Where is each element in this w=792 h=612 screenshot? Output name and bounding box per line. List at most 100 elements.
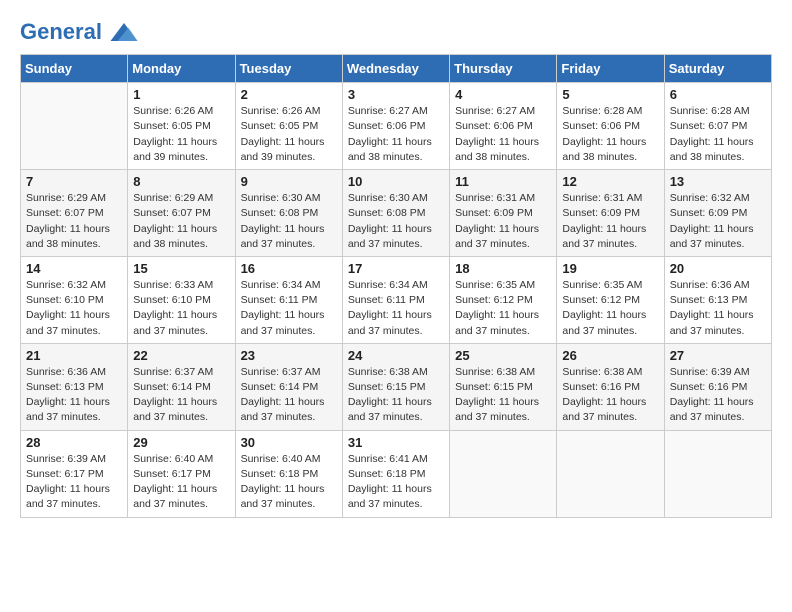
day-number: 25	[455, 348, 551, 363]
day-number: 21	[26, 348, 122, 363]
week-row-5: 28 Sunrise: 6:39 AM Sunset: 6:17 PM Dayli…	[21, 430, 772, 517]
day-info: Sunrise: 6:34 AM Sunset: 6:11 PM Dayligh…	[348, 278, 444, 339]
calendar-cell: 4 Sunrise: 6:27 AM Sunset: 6:06 PM Daylig…	[450, 83, 557, 170]
calendar-cell: 17 Sunrise: 6:34 AM Sunset: 6:11 PM Dayli…	[342, 256, 449, 343]
calendar-cell: 16 Sunrise: 6:34 AM Sunset: 6:11 PM Dayli…	[235, 256, 342, 343]
day-info: Sunrise: 6:34 AM Sunset: 6:11 PM Dayligh…	[241, 278, 337, 339]
day-number: 20	[670, 261, 766, 276]
day-number: 28	[26, 435, 122, 450]
day-info: Sunrise: 6:40 AM Sunset: 6:17 PM Dayligh…	[133, 452, 229, 513]
calendar-cell: 18 Sunrise: 6:35 AM Sunset: 6:12 PM Dayli…	[450, 256, 557, 343]
day-info: Sunrise: 6:36 AM Sunset: 6:13 PM Dayligh…	[670, 278, 766, 339]
calendar-cell: 9 Sunrise: 6:30 AM Sunset: 6:08 PM Daylig…	[235, 170, 342, 257]
day-number: 10	[348, 174, 444, 189]
weekday-header-row: SundayMondayTuesdayWednesdayThursdayFrid…	[21, 55, 772, 83]
calendar-cell	[450, 430, 557, 517]
day-info: Sunrise: 6:36 AM Sunset: 6:13 PM Dayligh…	[26, 365, 122, 426]
day-info: Sunrise: 6:38 AM Sunset: 6:16 PM Dayligh…	[562, 365, 658, 426]
day-info: Sunrise: 6:30 AM Sunset: 6:08 PM Dayligh…	[348, 191, 444, 252]
calendar: SundayMondayTuesdayWednesdayThursdayFrid…	[20, 54, 772, 517]
day-number: 18	[455, 261, 551, 276]
day-info: Sunrise: 6:28 AM Sunset: 6:07 PM Dayligh…	[670, 104, 766, 165]
calendar-cell: 23 Sunrise: 6:37 AM Sunset: 6:14 PM Dayli…	[235, 343, 342, 430]
week-row-3: 14 Sunrise: 6:32 AM Sunset: 6:10 PM Dayli…	[21, 256, 772, 343]
day-info: Sunrise: 6:35 AM Sunset: 6:12 PM Dayligh…	[455, 278, 551, 339]
day-number: 24	[348, 348, 444, 363]
weekday-monday: Monday	[128, 55, 235, 83]
calendar-cell: 29 Sunrise: 6:40 AM Sunset: 6:17 PM Dayli…	[128, 430, 235, 517]
day-number: 27	[670, 348, 766, 363]
weekday-saturday: Saturday	[664, 55, 771, 83]
calendar-cell: 19Sunrise: 6:35 AM Sunset: 6:12 PM Dayli…	[557, 256, 664, 343]
day-number: 2	[241, 87, 337, 102]
day-info: Sunrise: 6:28 AM Sunset: 6:06 PM Dayligh…	[562, 104, 658, 165]
day-info: Sunrise: 6:32 AM Sunset: 6:10 PM Dayligh…	[26, 278, 122, 339]
day-number: 4	[455, 87, 551, 102]
day-number: 5	[562, 87, 658, 102]
day-info: Sunrise: 6:26 AM Sunset: 6:05 PM Dayligh…	[133, 104, 229, 165]
weekday-thursday: Thursday	[450, 55, 557, 83]
calendar-cell: 31 Sunrise: 6:41 AM Sunset: 6:18 PM Dayli…	[342, 430, 449, 517]
calendar-cell: 22 Sunrise: 6:37 AM Sunset: 6:14 PM Dayli…	[128, 343, 235, 430]
day-number: 1	[133, 87, 229, 102]
day-info: Sunrise: 6:37 AM Sunset: 6:14 PM Dayligh…	[241, 365, 337, 426]
calendar-cell: 30 Sunrise: 6:40 AM Sunset: 6:18 PM Dayli…	[235, 430, 342, 517]
calendar-cell	[21, 83, 128, 170]
day-info: Sunrise: 6:27 AM Sunset: 6:06 PM Dayligh…	[455, 104, 551, 165]
day-info: Sunrise: 6:40 AM Sunset: 6:18 PM Dayligh…	[241, 452, 337, 513]
day-info: Sunrise: 6:29 AM Sunset: 6:07 PM Dayligh…	[133, 191, 229, 252]
header: General	[20, 20, 772, 44]
logo: General	[20, 20, 138, 44]
calendar-cell: 11Sunrise: 6:31 AM Sunset: 6:09 PM Dayli…	[450, 170, 557, 257]
day-info: Sunrise: 6:39 AM Sunset: 6:16 PM Dayligh…	[670, 365, 766, 426]
day-number: 17	[348, 261, 444, 276]
day-info: Sunrise: 6:26 AM Sunset: 6:05 PM Dayligh…	[241, 104, 337, 165]
day-number: 15	[133, 261, 229, 276]
day-info: Sunrise: 6:30 AM Sunset: 6:08 PM Dayligh…	[241, 191, 337, 252]
day-number: 26	[562, 348, 658, 363]
calendar-cell: 12 Sunrise: 6:31 AM Sunset: 6:09 PM Dayli…	[557, 170, 664, 257]
calendar-cell	[557, 430, 664, 517]
day-number: 30	[241, 435, 337, 450]
day-number: 9	[241, 174, 337, 189]
day-info: Sunrise: 6:38 AM Sunset: 6:15 PM Dayligh…	[455, 365, 551, 426]
day-info: Sunrise: 6:33 AM Sunset: 6:10 PM Dayligh…	[133, 278, 229, 339]
day-info: Sunrise: 6:38 AM Sunset: 6:15 PM Dayligh…	[348, 365, 444, 426]
calendar-cell: 26 Sunrise: 6:38 AM Sunset: 6:16 PM Dayli…	[557, 343, 664, 430]
day-number: 22	[133, 348, 229, 363]
day-number: 7	[26, 174, 122, 189]
day-info: Sunrise: 6:39 AM Sunset: 6:17 PM Dayligh…	[26, 452, 122, 513]
calendar-cell: 7 Sunrise: 6:29 AM Sunset: 6:07 PM Daylig…	[21, 170, 128, 257]
calendar-cell: 15 Sunrise: 6:33 AM Sunset: 6:10 PM Dayli…	[128, 256, 235, 343]
day-number: 8	[133, 174, 229, 189]
day-info: Sunrise: 6:41 AM Sunset: 6:18 PM Dayligh…	[348, 452, 444, 513]
calendar-cell: 2 Sunrise: 6:26 AM Sunset: 6:05 PM Daylig…	[235, 83, 342, 170]
calendar-cell: 1 Sunrise: 6:26 AM Sunset: 6:05 PM Daylig…	[128, 83, 235, 170]
weekday-tuesday: Tuesday	[235, 55, 342, 83]
day-number: 3	[348, 87, 444, 102]
day-number: 16	[241, 261, 337, 276]
calendar-cell: 20 Sunrise: 6:36 AM Sunset: 6:13 PM Dayli…	[664, 256, 771, 343]
day-number: 12	[562, 174, 658, 189]
day-number: 19	[562, 261, 658, 276]
day-info: Sunrise: 6:31 AM Sunset: 6:09 PM Dayligh…	[455, 191, 551, 252]
calendar-cell: 21 Sunrise: 6:36 AM Sunset: 6:13 PM Dayli…	[21, 343, 128, 430]
day-info: Sunrise: 6:31 AM Sunset: 6:09 PM Dayligh…	[562, 191, 658, 252]
weekday-wednesday: Wednesday	[342, 55, 449, 83]
day-number: 14	[26, 261, 122, 276]
day-number: 31	[348, 435, 444, 450]
calendar-cell: 3 Sunrise: 6:27 AM Sunset: 6:06 PM Daylig…	[342, 83, 449, 170]
day-info: Sunrise: 6:29 AM Sunset: 6:07 PM Dayligh…	[26, 191, 122, 252]
calendar-cell: 27 Sunrise: 6:39 AM Sunset: 6:16 PM Dayli…	[664, 343, 771, 430]
day-number: 29	[133, 435, 229, 450]
calendar-cell: 28 Sunrise: 6:39 AM Sunset: 6:17 PM Dayli…	[21, 430, 128, 517]
week-row-2: 7 Sunrise: 6:29 AM Sunset: 6:07 PM Daylig…	[21, 170, 772, 257]
calendar-cell: 6 Sunrise: 6:28 AM Sunset: 6:07 PM Daylig…	[664, 83, 771, 170]
day-info: Sunrise: 6:27 AM Sunset: 6:06 PM Dayligh…	[348, 104, 444, 165]
calendar-cell: 10 Sunrise: 6:30 AM Sunset: 6:08 PM Dayli…	[342, 170, 449, 257]
calendar-cell: 13Sunrise: 6:32 AM Sunset: 6:09 PM Dayli…	[664, 170, 771, 257]
weekday-friday: Friday	[557, 55, 664, 83]
day-number: 6	[670, 87, 766, 102]
day-number: 23	[241, 348, 337, 363]
day-info: Sunrise: 6:37 AM Sunset: 6:14 PM Dayligh…	[133, 365, 229, 426]
